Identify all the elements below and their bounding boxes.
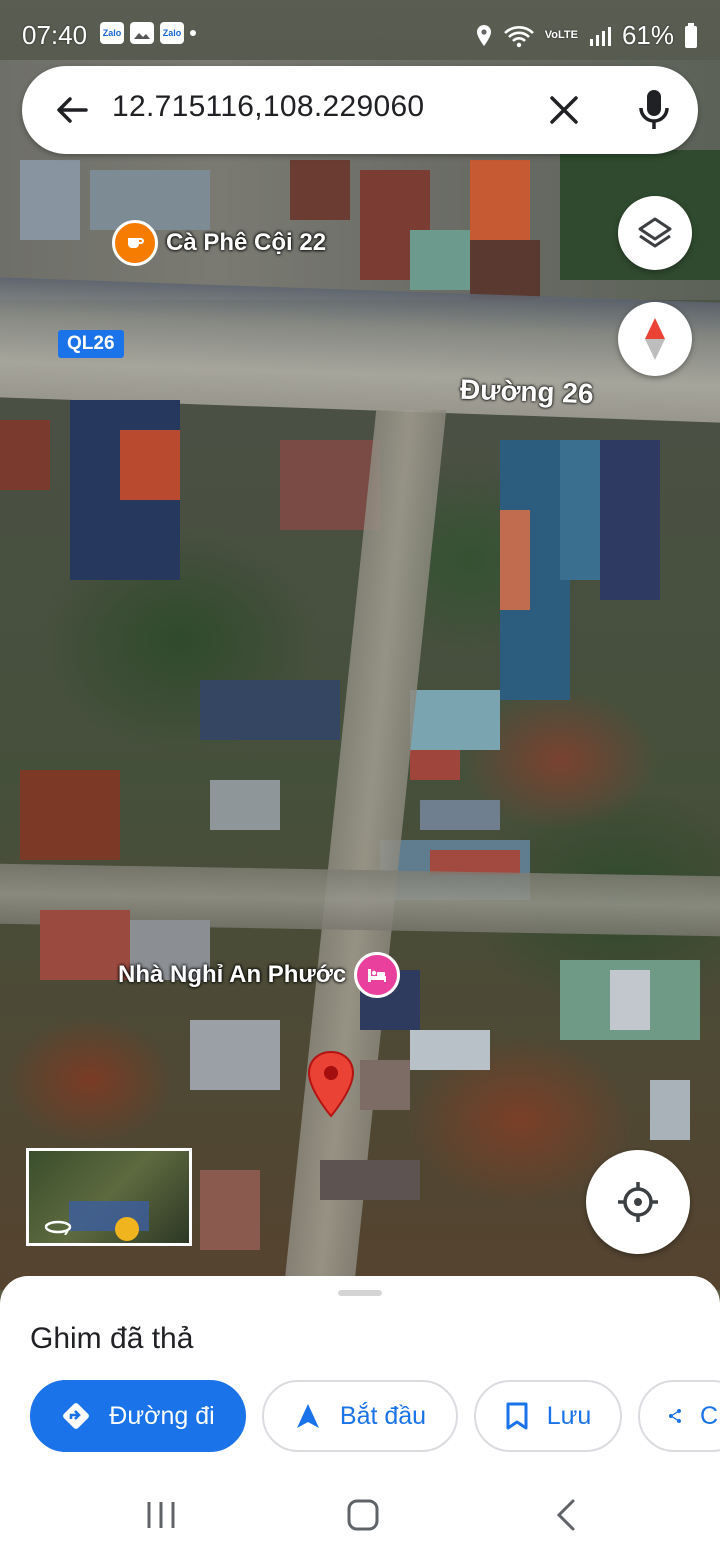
battery-icon (685, 22, 697, 48)
street-view-360-icon (43, 1219, 73, 1240)
status-right-icons: VoLTE 61% (475, 20, 698, 51)
poi-hotel-label: Nhà Nghỉ An Phước (118, 961, 347, 988)
status-notification-icons: Zalo Zalo (100, 22, 196, 44)
map-roof (320, 1160, 420, 1200)
back-nav-icon[interactable] (554, 1498, 578, 1537)
map-roof (200, 1170, 260, 1250)
search-bar[interactable]: 12.715116,108.229060 (22, 66, 698, 154)
navigation-arrow-icon (296, 1404, 319, 1428)
map-roof (0, 420, 50, 490)
my-location-button[interactable] (586, 1150, 690, 1254)
directions-icon (63, 1403, 90, 1429)
status-bar: 07:40 Zalo Zalo VoLTE 61% (0, 0, 720, 68)
save-label: Lưu (546, 1401, 592, 1430)
back-arrow-icon[interactable] (50, 88, 94, 132)
location-icon (476, 24, 491, 46)
thumb-content (115, 1217, 139, 1241)
signal-icon (589, 26, 611, 46)
map-roof (290, 160, 350, 220)
map-roof (410, 1030, 490, 1070)
map-roof (210, 780, 280, 830)
directions-label: Đường đi (109, 1401, 215, 1430)
sheet-drag-handle[interactable] (338, 1290, 382, 1296)
search-query-text[interactable]: 12.715116,108.229060 (112, 90, 424, 124)
map-roof (650, 1080, 690, 1140)
home-icon[interactable] (346, 1498, 380, 1537)
map-roof (40, 910, 130, 980)
map-roof (420, 800, 500, 830)
poi-cafe-label: Cà Phê Cội 22 (166, 229, 327, 256)
share-icon (668, 1409, 681, 1423)
poi-hotel[interactable]: Nhà Nghỉ An Phước (118, 952, 401, 998)
road-shield-ql26[interactable]: QL26 (58, 330, 124, 358)
hotel-bed-icon (354, 952, 401, 998)
map-canvas[interactable]: QL26 Đường 26 Cà Phê Cội 22 Nhà Nghỉ An … (0, 0, 720, 1290)
sheet-title: Ghim đã thả (30, 1322, 194, 1355)
gallery-icon (130, 22, 154, 44)
recent-apps-icon[interactable] (146, 1500, 176, 1535)
volte-label: VoLTE (544, 29, 578, 41)
crosshair-location-icon (618, 1182, 658, 1222)
map-roof (410, 750, 460, 780)
map-roof (610, 970, 650, 1030)
close-icon[interactable] (542, 88, 586, 132)
bookmark-icon (506, 1402, 528, 1430)
compass-icon (645, 318, 665, 360)
cafe-icon (112, 220, 158, 266)
share-button[interactable]: C (638, 1380, 720, 1452)
layers-button[interactable] (618, 196, 692, 270)
map-roof (190, 1020, 280, 1090)
map-soil (20, 770, 120, 860)
mic-icon[interactable] (632, 86, 676, 134)
map-roof (470, 160, 530, 240)
status-time: 07:40 (22, 20, 88, 50)
map-roof (120, 430, 180, 500)
directions-button[interactable]: Đường đi (30, 1380, 246, 1452)
dropped-pin-marker[interactable] (306, 1050, 356, 1120)
zalo-icon: Zalo (100, 22, 124, 44)
map-roof (560, 440, 600, 580)
map-roof (360, 1060, 410, 1110)
action-chips: Đường đi Bắt đầu Lưu C (30, 1380, 720, 1452)
road-name-label: Đường 26 (459, 373, 595, 410)
start-button[interactable]: Bắt đầu (262, 1380, 458, 1452)
layers-icon (638, 217, 672, 248)
street-view-thumbnail[interactable] (26, 1148, 192, 1246)
map-roof (470, 240, 540, 300)
save-button[interactable]: Lưu (474, 1380, 622, 1452)
map-roof (200, 680, 340, 740)
map-solar-roof (600, 440, 660, 600)
wifi-icon (503, 25, 534, 47)
map-roof (410, 690, 500, 750)
zalo-icon: Zalo (160, 22, 184, 44)
poi-cafe[interactable]: Cà Phê Cội 22 (112, 220, 326, 266)
more-notifications-dot (190, 30, 196, 36)
start-label: Bắt đầu (339, 1401, 427, 1430)
map-roof (20, 160, 80, 240)
system-nav-bar (0, 1470, 720, 1560)
map-roof (500, 510, 530, 610)
map-roof (410, 230, 470, 290)
share-label: C (699, 1401, 718, 1430)
compass-button[interactable] (618, 302, 692, 376)
battery-percent: 61% (621, 20, 674, 50)
